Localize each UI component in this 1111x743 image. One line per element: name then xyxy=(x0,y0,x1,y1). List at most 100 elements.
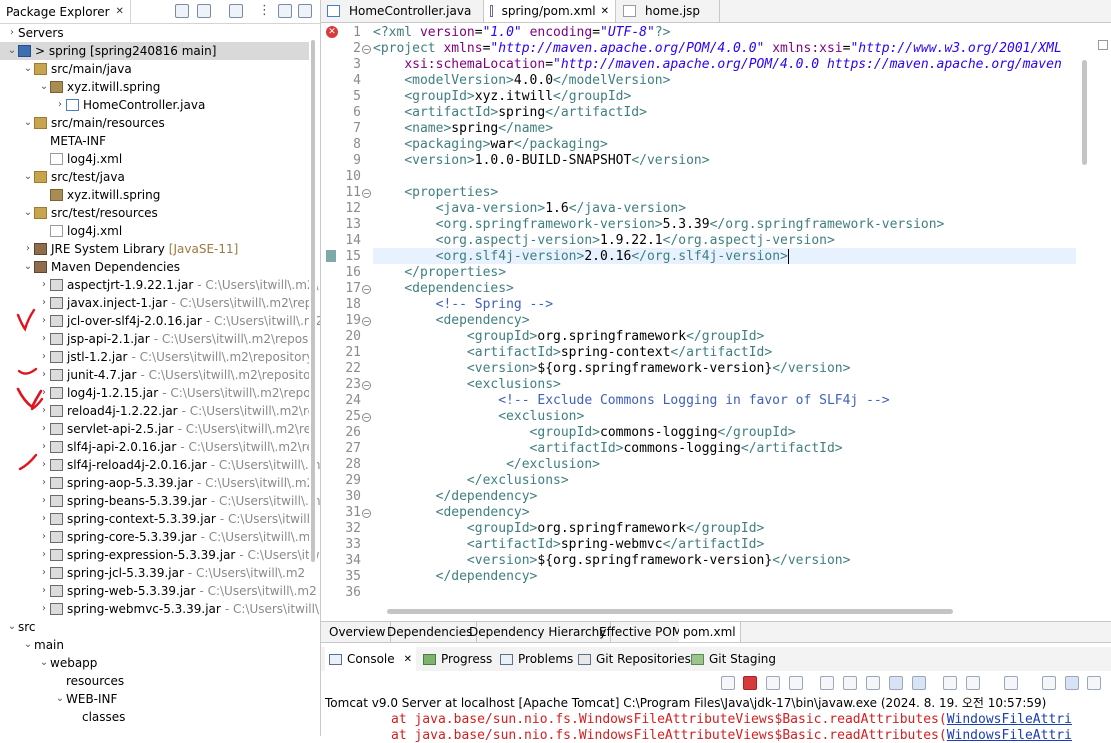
expanded-arrow-icon[interactable]: ⌄ xyxy=(54,690,66,708)
tree-item[interactable]: META-INF xyxy=(0,132,320,150)
tree-item[interactable]: classes xyxy=(0,708,320,726)
tree-item[interactable]: resources xyxy=(0,672,320,690)
collapsed-arrow-icon[interactable]: › xyxy=(38,474,50,492)
close-icon[interactable]: ✕ xyxy=(601,6,609,17)
copy-icon[interactable] xyxy=(1042,676,1056,690)
expanded-arrow-icon[interactable]: ⌄ xyxy=(6,42,18,60)
tree-item[interactable]: › spring-expression-5.3.39.jar - C:\Users\… xyxy=(0,546,320,564)
tab-progress[interactable]: Progress xyxy=(419,647,496,671)
minimize-icon[interactable] xyxy=(278,4,292,18)
tree-item[interactable]: ⌄ WEB-INF xyxy=(0,690,320,708)
editor-vertical-scrollbar-thumb[interactable] xyxy=(1082,60,1087,165)
tab-dependencies[interactable]: Dependencies xyxy=(383,622,478,642)
tree-item[interactable]: ⌄ > spring [spring240816 main] xyxy=(0,42,316,60)
fold-toggle-icon[interactable]: − xyxy=(362,189,371,198)
tree-item[interactable]: › spring-core-5.3.39.jar - C:\Users\itwill… xyxy=(0,528,320,546)
tree-scrollbar-thumb[interactable] xyxy=(311,40,315,562)
expanded-arrow-icon[interactable]: ⌄ xyxy=(22,60,34,78)
link-with-editor-icon[interactable] xyxy=(197,4,211,18)
tree-item[interactable]: › spring-webmvc-5.3.39.jar - C:\Users\itwi… xyxy=(0,600,320,618)
collapsed-arrow-icon[interactable]: › xyxy=(38,582,50,600)
expanded-arrow-icon[interactable]: ⌄ xyxy=(6,618,18,636)
expanded-arrow-icon[interactable]: ⌄ xyxy=(38,78,50,96)
fold-toggle-icon[interactable]: − xyxy=(362,317,371,326)
tree-item[interactable]: › JRE System Library [JavaSE-11] xyxy=(0,240,320,258)
ansi-icon[interactable] xyxy=(1065,676,1079,690)
collapsed-arrow-icon[interactable]: › xyxy=(38,546,50,564)
close-icon[interactable]: ✕ xyxy=(116,6,124,17)
tree-item[interactable]: ⌄ src/main/resources xyxy=(0,114,320,132)
maximize-icon[interactable] xyxy=(298,4,312,18)
tree-item[interactable]: › spring-aop-5.3.39.jar - C:\Users\itwill\… xyxy=(0,474,320,492)
pin-console-icon[interactable] xyxy=(721,676,735,690)
tab-dependency-hierarchy[interactable]: Dependency Hierarchy xyxy=(465,622,612,642)
collapsed-arrow-icon[interactable]: › xyxy=(54,96,66,114)
terminate-icon[interactable] xyxy=(743,676,757,690)
tree-item[interactable]: log4j.xml xyxy=(0,222,320,240)
fold-toggle-icon[interactable]: − xyxy=(362,285,371,294)
expanded-arrow-icon[interactable]: ⌄ xyxy=(22,114,34,132)
fold-toggle-icon[interactable]: − xyxy=(362,509,371,518)
tree-item[interactable]: log4j.xml xyxy=(0,150,320,168)
close-icon[interactable]: ✕ xyxy=(404,654,412,665)
collapsed-arrow-icon[interactable]: › xyxy=(38,600,50,618)
filters-icon[interactable] xyxy=(229,4,243,18)
fold-toggle-icon[interactable]: − xyxy=(362,413,371,422)
tree-item[interactable]: › jstl-1.2.jar - C:\Users\itwill\.m2\repos… xyxy=(0,348,320,366)
tree-item[interactable]: › slf4j-reload4j-2.0.16.jar - C:\Users\itw… xyxy=(0,456,320,474)
tab-homecontroller-java[interactable]: HomeController.java xyxy=(321,0,484,22)
fold-toggle-icon[interactable]: − xyxy=(362,45,371,54)
tree-item[interactable]: › spring-beans-5.3.39.jar - C:\Users\itwil… xyxy=(0,492,320,510)
overview-ruler-marker[interactable] xyxy=(1098,40,1108,50)
tree-item[interactable]: › spring-web-5.3.39.jar - C:\Users\itwill\… xyxy=(0,582,320,600)
tree-item[interactable]: › spring-context-5.3.39.jar - C:\Users\itw… xyxy=(0,510,320,528)
tab-effective-pom[interactable]: Effective POM xyxy=(595,622,688,642)
tree-item[interactable]: › jcl-over-slf4j-2.0.16.jar - C:\Users\itw… xyxy=(0,312,320,330)
clear-console-icon[interactable] xyxy=(820,676,834,690)
tree-item[interactable]: › spring-jcl-5.3.39.jar - C:\Users\itwill\… xyxy=(0,564,320,582)
console-stack-link[interactable]: WindowsFileAttri xyxy=(947,712,1072,727)
expanded-arrow-icon[interactable]: ⌄ xyxy=(38,654,50,672)
collapsed-arrow-icon[interactable]: › xyxy=(22,240,34,258)
collapse-all-icon[interactable] xyxy=(175,4,189,18)
view-menu-icon[interactable]: ⋮ xyxy=(258,3,271,18)
expanded-arrow-icon[interactable]: ⌄ xyxy=(22,168,34,186)
settings-icon[interactable] xyxy=(1087,676,1101,690)
remove-all-terminated-icon[interactable] xyxy=(789,676,803,690)
tree-item[interactable]: ⌄ src/test/resources xyxy=(0,204,320,222)
tree-item[interactable]: ⌄ Maven Dependencies xyxy=(0,258,320,276)
tree-item[interactable]: xyz.itwill.spring xyxy=(0,186,320,204)
word-wrap-icon[interactable] xyxy=(866,676,880,690)
tab-home-jsp[interactable]: home.jsp xyxy=(617,0,720,22)
scroll-lock-icon[interactable] xyxy=(843,676,857,690)
tab-git-repositories[interactable]: Git Repositories xyxy=(574,647,695,671)
editor-horizontal-scrollbar-thumb[interactable] xyxy=(387,609,953,614)
tree-item[interactable]: › servlet-api-2.5.jar - C:\Users\itwill\.m… xyxy=(0,420,320,438)
overview-ruler[interactable] xyxy=(1096,23,1111,603)
expanded-arrow-icon[interactable]: ⌄ xyxy=(22,258,34,276)
tree-item[interactable]: ⌄ xyz.itwill.spring xyxy=(0,78,320,96)
tree-item[interactable]: ⌄ webapp xyxy=(0,654,320,672)
tab-pom-xml-source[interactable]: pom.xml xyxy=(679,622,741,642)
expanded-arrow-icon[interactable]: ⌄ xyxy=(22,636,34,654)
tree-item[interactable]: ⌄ src xyxy=(0,618,316,636)
expanded-arrow-icon[interactable]: ⌄ xyxy=(22,204,34,222)
tree-item[interactable]: ⌄ main xyxy=(0,636,320,654)
collapsed-arrow-icon[interactable]: › xyxy=(38,276,50,294)
tab-problems[interactable]: Problems xyxy=(496,647,577,671)
tab-git-staging[interactable]: Git Staging xyxy=(687,647,780,671)
tree-item[interactable]: › javax.inject-1.jar - C:\Users\itwill\.m2… xyxy=(0,294,320,312)
collapsed-arrow-icon[interactable]: › xyxy=(38,528,50,546)
tree-item[interactable]: › log4j-1.2.15.jar - C:\Users\itwill\.m2\r… xyxy=(0,384,320,402)
tab-console[interactable]: Console ✕ xyxy=(325,647,417,671)
collapsed-arrow-icon[interactable]: › xyxy=(6,24,18,42)
tree-item[interactable]: ⌄ src/test/java xyxy=(0,168,320,186)
pin-icon[interactable] xyxy=(943,676,957,690)
collapsed-arrow-icon[interactable]: › xyxy=(38,564,50,582)
tree-item[interactable]: › Servers xyxy=(0,24,316,42)
tree-item[interactable]: ⌄ src/main/java xyxy=(0,60,320,78)
show-on-stdout-icon[interactable] xyxy=(889,676,903,690)
tree-item[interactable]: › jsp-api-2.1.jar - C:\Users\itwill\.m2\re… xyxy=(0,330,320,348)
tree-item[interactable]: › reload4j-1.2.22.jar - C:\Users\itwill\.m… xyxy=(0,402,320,420)
tab-overview[interactable]: Overview xyxy=(325,622,391,642)
